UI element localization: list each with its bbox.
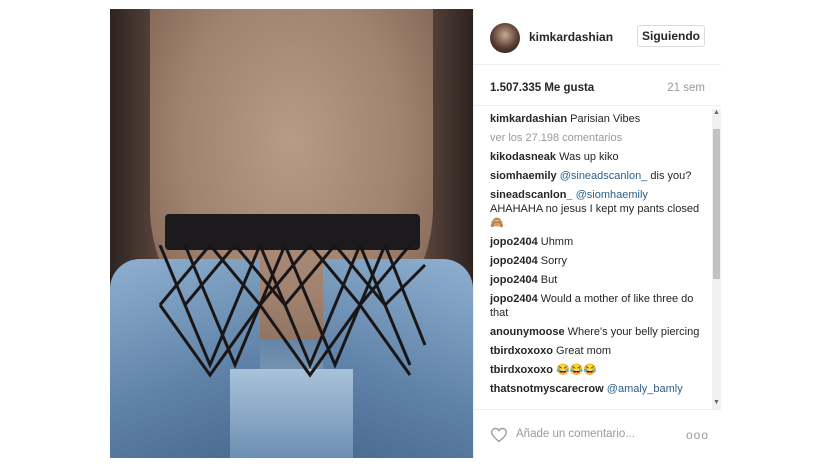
comments-scrollbar[interactable]: ▲ ▼ — [712, 109, 721, 409]
like-count[interactable]: 1.507.335 Me gusta — [490, 82, 594, 94]
comment-item: sineadscanlon_ @siomhaemily AHAHAHA no j… — [490, 188, 700, 230]
comment-text: dis you? — [650, 170, 692, 182]
following-button[interactable]: Siguiendo — [637, 25, 705, 47]
comment-text: Where's your belly piercing — [567, 326, 700, 338]
comment-item: jopo2404 Uhmm — [490, 235, 700, 249]
post-header: kimkardashian Siguiendo — [474, 9, 721, 65]
post-username[interactable]: kimkardashian — [529, 30, 613, 44]
comment-username[interactable]: tbirdxoxoxo — [490, 345, 553, 357]
comment-section[interactable]: kimkardashian Parisian Vibes ver los 27.… — [474, 106, 721, 409]
post-photo[interactable] — [110, 9, 473, 458]
scroll-up-icon[interactable]: ▲ — [713, 109, 720, 116]
comment-username[interactable]: siomhaemily — [490, 170, 557, 182]
comment-item: siomhaemily @sineadscanlon_ dis you? — [490, 169, 700, 183]
comment-username[interactable]: jopo2404 — [490, 255, 538, 267]
comment-text: Uhmm — [540, 236, 574, 248]
comment-list: kimkardashian Parisian Vibes ver los 27.… — [490, 112, 700, 401]
comment-username[interactable]: jopo2404 — [490, 274, 538, 286]
comment-text: AHAHAHA no jesus I kept my pants closed … — [490, 203, 700, 229]
comment-mention[interactable]: @amaly_bamly — [607, 383, 683, 395]
comment-item: tbirdxoxoxo 😂😂😂 — [490, 363, 700, 377]
comment-text: Great mom — [556, 345, 612, 357]
caption-text: Parisian Vibes — [570, 113, 641, 125]
comment-username[interactable]: sineadscanlon_ — [490, 189, 573, 201]
comment-mention[interactable]: @sineadscanlon_ — [560, 170, 648, 182]
scrollbar-thumb[interactable] — [713, 129, 720, 279]
photo-fishnet — [158, 245, 427, 378]
comment-item: jopo2404 But — [490, 273, 700, 287]
comment-text: 😂😂😂 — [556, 364, 598, 376]
post-caption: kimkardashian Parisian Vibes — [490, 112, 700, 126]
scroll-down-icon[interactable]: ▼ — [713, 399, 720, 406]
comment-username[interactable]: anounymoose — [490, 326, 565, 338]
add-comment-input[interactable]: Añade un comentario... — [516, 428, 635, 440]
comment-item: tbirdxoxoxo Great mom — [490, 344, 700, 358]
comment-item: kikodasneak Was up kiko — [490, 150, 700, 164]
post-side-panel: kimkardashian Siguiendo 1.507.335 Me gus… — [473, 9, 721, 458]
comment-text: Was up kiko — [559, 151, 619, 163]
comment-mention[interactable]: @siomhaemily — [576, 189, 648, 201]
heart-icon[interactable] — [490, 427, 508, 443]
comment-footer: Añade un comentario... ooo — [474, 409, 721, 459]
caption-username[interactable]: kimkardashian — [490, 113, 567, 125]
comment-username[interactable]: thatsnotmyscarecrow — [490, 383, 604, 395]
more-options-icon[interactable]: ooo — [686, 428, 709, 442]
comment-item: jopo2404 Would a mother of like three do… — [490, 292, 700, 320]
comment-text: Sorry — [540, 255, 568, 267]
comment-username[interactable]: jopo2404 — [490, 293, 538, 305]
avatar[interactable] — [490, 23, 520, 53]
comment-item: anounymoose Where's your belly piercing — [490, 325, 700, 339]
comment-username[interactable]: jopo2404 — [490, 236, 538, 248]
comment-text: But — [540, 274, 558, 286]
comment-username[interactable]: tbirdxoxoxo — [490, 364, 553, 376]
view-all-comments-link[interactable]: ver los 27.198 comentarios — [490, 131, 700, 145]
comment-username[interactable]: kikodasneak — [490, 151, 556, 163]
post-stats: 1.507.335 Me gusta 21 sem — [474, 65, 721, 106]
comment-item: jopo2404 Sorry — [490, 254, 700, 268]
comment-item: thatsnotmyscarecrow @amaly_bamly — [490, 382, 700, 396]
post-time[interactable]: 21 sem — [667, 82, 705, 94]
